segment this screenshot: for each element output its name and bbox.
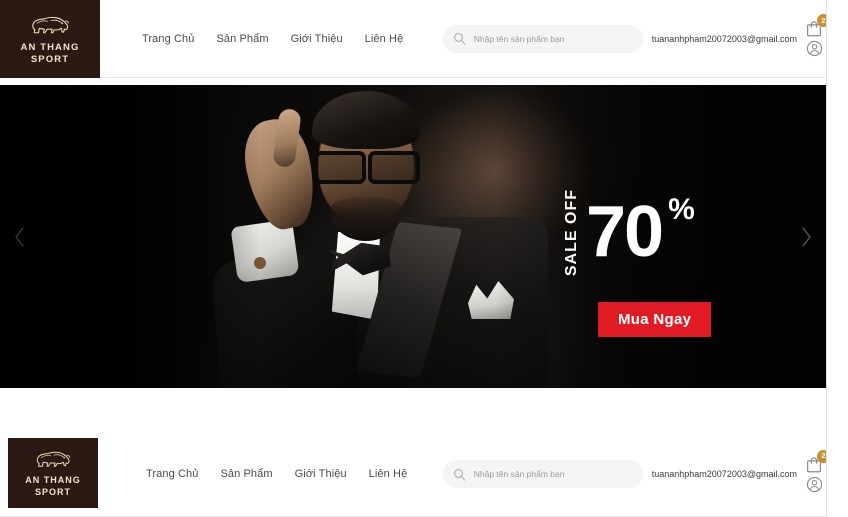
nav-link-contact[interactable]: Liên Hệ <box>369 468 408 480</box>
site-header-secondary-wrap: AN THANG SPORT Trang Chủ Sản Phẩm Giới T… <box>0 430 848 517</box>
model-hair <box>312 91 420 149</box>
nav-link-about[interactable]: Giới Thiệu <box>291 33 343 45</box>
account-cart-stack: 2 <box>802 14 830 59</box>
account-cart-stack: 2 <box>802 449 830 494</box>
cart-button[interactable]: 2 <box>805 449 830 474</box>
sale-off-label: SALE OFF <box>563 189 580 277</box>
nav-link-home[interactable]: Trang Chủ <box>142 33 194 45</box>
hero-shade-left <box>0 85 260 388</box>
search-input[interactable] <box>473 469 633 479</box>
search-icon <box>453 33 465 45</box>
right-edge-rail <box>826 0 848 517</box>
site-header-primary: AN THANG SPORT Trang Chủ Sản Phẩm Giới T… <box>0 0 848 78</box>
hero-next-button[interactable] <box>794 220 818 254</box>
search-box[interactable] <box>442 24 643 53</box>
bison-icon <box>32 16 69 33</box>
user-circle-icon[interactable] <box>806 476 823 493</box>
page-root: AN THANG SPORT Trang Chủ Sản Phẩm Giới T… <box>0 0 848 517</box>
site-logo[interactable]: AN THANG SPORT <box>0 0 100 78</box>
discount-number: 70 <box>586 191 664 272</box>
site-logo-secondary[interactable]: AN THANG SPORT <box>8 438 98 508</box>
header-actions-secondary: tuananhpham20072003@gmail.com 2 <box>442 449 830 494</box>
search-box[interactable] <box>442 460 643 488</box>
nav-link-contact[interactable]: Liên Hệ <box>365 33 404 45</box>
user-circle-icon[interactable] <box>806 40 823 57</box>
nav-link-products[interactable]: Sản Phẩm <box>220 468 272 480</box>
model-glasses <box>314 151 420 184</box>
search-input[interactable] <box>473 33 633 44</box>
logo-text-line1: AN THANG <box>25 474 81 485</box>
hero-prev-button[interactable] <box>8 220 32 254</box>
bison-icon <box>36 451 70 467</box>
chevron-left-icon <box>15 226 24 247</box>
site-header-secondary: AN THANG SPORT Trang Chủ Sản Phẩm Giới T… <box>0 430 848 517</box>
nav-link-about[interactable]: Giới Thiệu <box>295 468 347 480</box>
hero-promo-block: SALE OFF 70 % Mua Ngay <box>563 189 774 338</box>
promo-headline-row: SALE OFF 70 % <box>563 189 774 277</box>
logo-text-line1: AN THANG <box>20 41 80 53</box>
chevron-right-icon <box>802 226 811 247</box>
nav-link-products[interactable]: Sản Phẩm <box>216 33 268 45</box>
search-icon <box>453 468 465 481</box>
buy-now-button[interactable]: Mua Ngay <box>598 302 712 338</box>
logo-text-line2: SPORT <box>34 486 71 497</box>
user-email-label[interactable]: tuananhpham20072003@gmail.com <box>652 34 797 44</box>
header-actions: tuananhpham20072003@gmail.com 2 <box>442 14 830 59</box>
nav-link-home[interactable]: Trang Chủ <box>146 468 198 480</box>
section-gap <box>0 388 848 430</box>
main-navigation-secondary: Trang Chủ Sản Phẩm Giới Thiệu Liên Hệ <box>146 468 407 480</box>
hero-banner[interactable]: SALE OFF 70 % Mua Ngay <box>0 85 826 388</box>
main-navigation: Trang Chủ Sản Phẩm Giới Thiệu Liên Hệ <box>142 33 403 45</box>
cart-button[interactable]: 2 <box>805 14 830 38</box>
user-email-label[interactable]: tuananhpham20072003@gmail.com <box>652 469 797 479</box>
logo-text-line2: SPORT <box>30 53 70 65</box>
percent-symbol: % <box>668 193 695 226</box>
